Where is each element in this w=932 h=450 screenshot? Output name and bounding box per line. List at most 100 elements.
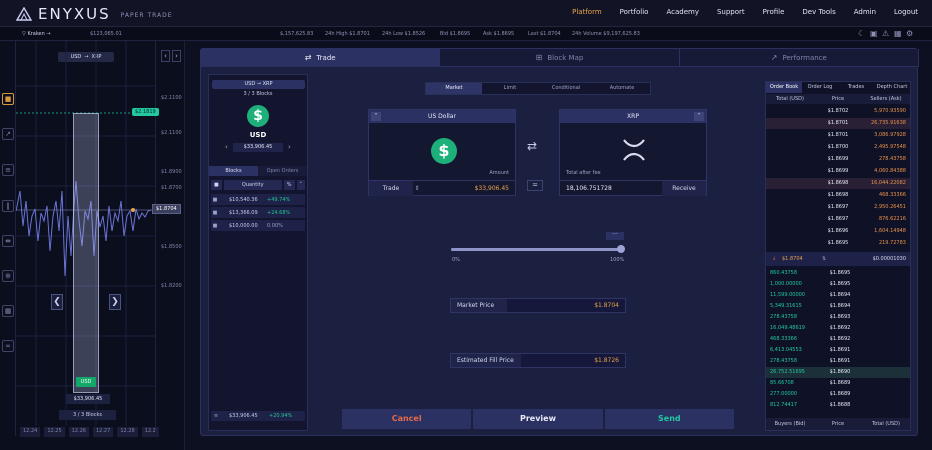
zoom-icon[interactable]: ⊕ bbox=[2, 270, 14, 282]
send-button[interactable]: Send bbox=[604, 409, 734, 429]
nav-academy[interactable]: Academy bbox=[666, 8, 699, 16]
select-all-checkbox[interactable]: ■ bbox=[211, 180, 222, 190]
block-next-button[interactable]: ❯ bbox=[109, 294, 121, 310]
nav-profile[interactable]: Profile bbox=[763, 8, 785, 16]
arrow-down-icon: ↓ bbox=[771, 256, 777, 262]
candlestick-icon[interactable]: ‖ bbox=[2, 200, 14, 212]
stepper-icon[interactable]: ⇕ bbox=[413, 181, 421, 196]
ask-row[interactable]: $1.8697 876.62216 bbox=[766, 214, 910, 225]
more-options-button[interactable]: ··· bbox=[606, 232, 624, 240]
block-row[interactable]: ■ $13,366.09 +24.68% bbox=[211, 207, 305, 219]
tab-block-map[interactable]: ⊞ Block Map bbox=[440, 49, 680, 66]
amount-slider[interactable] bbox=[451, 245, 625, 253]
ask-size: 3,086.97928 bbox=[874, 132, 906, 138]
tab-performance[interactable]: ↗ Performance bbox=[680, 49, 919, 66]
bid-row[interactable]: 85.66708 $1.8689 bbox=[766, 378, 910, 389]
ask-row[interactable]: $1.8697 2,950.26451 bbox=[766, 202, 910, 213]
tab-order-book[interactable]: Order Book bbox=[766, 82, 802, 93]
settings-icon[interactable]: ⚙ bbox=[906, 29, 913, 38]
chevron-left-icon[interactable]: ‹ bbox=[225, 143, 228, 151]
trade-amount-input[interactable]: $33,906.45 bbox=[421, 181, 515, 196]
layout-icon[interactable]: ▦ bbox=[894, 29, 902, 38]
total-after-fee-label: Total after fee bbox=[566, 170, 601, 176]
chevron-down-icon[interactable]: ˅ bbox=[296, 180, 305, 190]
tab-blocks[interactable]: Blocks bbox=[209, 166, 258, 176]
bid-row[interactable]: 11,599.00000 $1.8694 bbox=[766, 290, 910, 301]
cancel-button[interactable]: Cancel bbox=[342, 409, 472, 429]
bid-row[interactable]: 26,752.51695 $1.8690 bbox=[766, 367, 910, 378]
ask-row[interactable]: $1.8701 26,735.91638 bbox=[766, 118, 910, 129]
tab-depth-chart[interactable]: Depth Chart bbox=[874, 82, 910, 93]
ask-row[interactable]: $1.8702 5,970.93590 bbox=[766, 106, 910, 117]
row-checkbox[interactable]: ■ bbox=[211, 197, 219, 203]
tab-order-log[interactable]: Order Log bbox=[802, 82, 838, 93]
bid-row[interactable]: 16,049.48619 $1.8692 bbox=[766, 323, 910, 334]
alert-icon[interactable]: ⚠ bbox=[882, 29, 889, 38]
chevron-down-icon[interactable]: ˅ bbox=[694, 112, 704, 121]
nav-support[interactable]: Support bbox=[717, 8, 745, 16]
trade-panel: ⇄ Trade ⊞ Block Map ↗ Performance USD → XRP… bbox=[200, 48, 919, 436]
nav-logout[interactable]: Logout bbox=[894, 8, 918, 16]
slider-handle[interactable] bbox=[617, 245, 625, 253]
bid-row[interactable]: 812.74417 $1.8688 bbox=[766, 400, 910, 411]
exchange-select[interactable]: ▽ Kraken → bbox=[22, 31, 51, 37]
ask-row[interactable]: $1.8698 16,044.22082 bbox=[766, 178, 910, 189]
bid-row[interactable]: 278.43758 $1.8691 bbox=[766, 356, 910, 367]
ask-row[interactable]: $1.8695 219.72783 bbox=[766, 238, 910, 249]
compare-icon[interactable]: ⇼ bbox=[2, 235, 14, 247]
block-row[interactable]: ■ $10,540.36 +49.74% bbox=[211, 194, 305, 206]
ask-row[interactable]: $1.8696 1,604.14948 bbox=[766, 226, 910, 237]
block-column[interactable] bbox=[73, 113, 99, 393]
order-type-market[interactable]: Market bbox=[426, 83, 482, 94]
bid-row[interactable]: 277.00000 $1.8689 bbox=[766, 389, 910, 400]
link-icon[interactable]: ∞ bbox=[2, 340, 14, 352]
bid-row[interactable]: 468.33366 $1.8692 bbox=[766, 334, 910, 345]
swap-direction-icon[interactable]: ⇄ bbox=[527, 139, 537, 153]
row-checkbox[interactable]: ■ bbox=[211, 210, 219, 216]
dollar-coin-icon: $ bbox=[247, 105, 269, 127]
chevron-down-icon[interactable]: ˅ bbox=[371, 112, 381, 121]
grid-icon[interactable]: ▦ bbox=[2, 305, 14, 317]
moon-icon[interactable]: ☾ bbox=[858, 29, 865, 38]
nav-portfolio[interactable]: Portfolio bbox=[620, 8, 649, 16]
ask-row[interactable]: $1.8699 4,060.84388 bbox=[766, 166, 910, 177]
line-chart-icon[interactable]: ↗ bbox=[2, 128, 14, 140]
logo[interactable]: ENYXUS PAPER TRADE bbox=[16, 5, 173, 23]
blocks-header: ■ Quantity % ˅ bbox=[211, 180, 305, 190]
nav-admin[interactable]: Admin bbox=[854, 8, 876, 16]
chevron-right-icon[interactable]: › bbox=[288, 143, 291, 151]
tab-open-orders[interactable]: Open Orders bbox=[258, 166, 307, 176]
bid-row[interactable]: 6,413.04553 $1.8691 bbox=[766, 345, 910, 356]
row-checkbox[interactable]: ■ bbox=[211, 223, 219, 229]
bid-row[interactable]: 1,000.00000 $1.8695 bbox=[766, 279, 910, 290]
ask-size: 16,044.22082 bbox=[870, 180, 906, 186]
tab-trade[interactable]: ⇄ Trade bbox=[201, 49, 441, 66]
quantity-sort[interactable]: Quantity bbox=[223, 180, 282, 190]
nav-platform[interactable]: Platform bbox=[572, 8, 602, 16]
block-row[interactable]: ■ $10,000.00 0.00% bbox=[211, 220, 305, 232]
list-icon[interactable]: ≡ bbox=[2, 164, 14, 176]
bid-row[interactable]: 278.43758 $1.8693 bbox=[766, 312, 910, 323]
percent-sort[interactable]: % bbox=[283, 180, 295, 190]
bid-total: 6,413.04553 bbox=[770, 347, 802, 353]
ask-size: 26,735.91638 bbox=[870, 120, 906, 126]
preview-button[interactable]: Preview bbox=[473, 409, 603, 429]
block-prev-button[interactable]: ❮ bbox=[51, 294, 63, 310]
window-icon[interactable]: ▣ bbox=[870, 29, 878, 38]
bid-total: 16,049.48619 bbox=[770, 325, 805, 331]
ask-row[interactable]: $1.8699 278.43758 bbox=[766, 154, 910, 165]
order-type-automate[interactable]: Automate bbox=[594, 83, 650, 94]
tab-trades[interactable]: Trades bbox=[838, 82, 874, 93]
ask-row[interactable]: $1.8698 468.33366 bbox=[766, 190, 910, 201]
x-tick-label: 12.26 bbox=[68, 427, 89, 437]
block-tool-icon[interactable]: ■ bbox=[2, 93, 14, 105]
bid-row[interactable]: 860.43758 $1.8695 bbox=[766, 268, 910, 279]
bid-row[interactable]: 5,349.31615 $1.8694 bbox=[766, 301, 910, 312]
ask-row[interactable]: $1.8700 2,495.97548 bbox=[766, 142, 910, 153]
order-type-conditional[interactable]: Conditional bbox=[538, 83, 594, 94]
blocks-pair-selector[interactable]: USD → XRP bbox=[212, 80, 305, 89]
ask-row[interactable]: $1.8701 3,086.97928 bbox=[766, 130, 910, 141]
chart-block-count: 3 / 3 Blocks bbox=[59, 410, 116, 420]
nav-dev-tools[interactable]: Dev Tools bbox=[802, 8, 835, 16]
order-type-limit[interactable]: Limit bbox=[482, 83, 538, 94]
